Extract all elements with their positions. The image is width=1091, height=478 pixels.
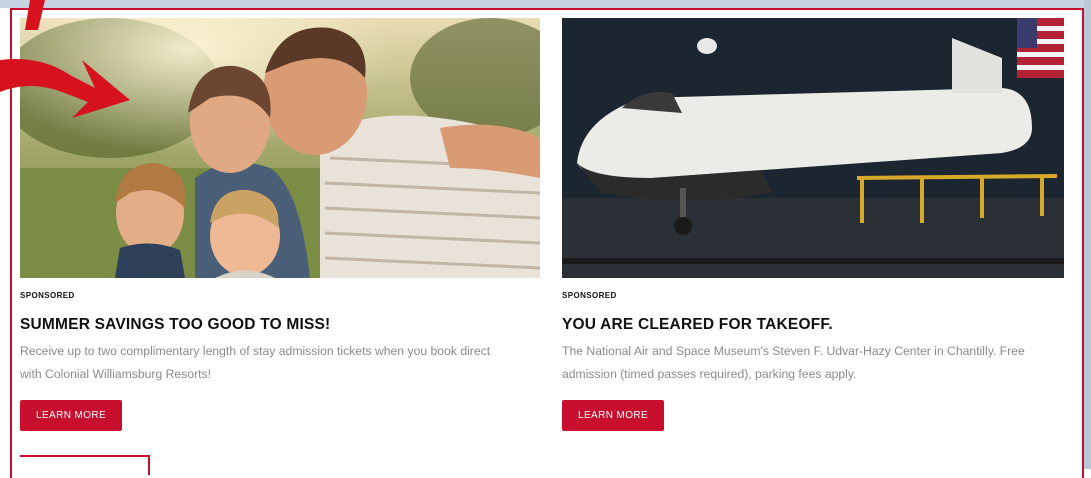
learn-more-button[interactable]: LEARN MORE [20, 400, 123, 431]
sponsored-label: SPONSORED [20, 291, 75, 300]
bottom-highlight-box [20, 455, 150, 475]
promo-card-summer-savings: SPONSORED SUMMER SAVINGS TOO GOOD TO MIS… [20, 18, 540, 431]
card-description: Receive up to two complimentary length o… [20, 344, 491, 381]
learn-more-button[interactable]: LEARN MORE [562, 400, 665, 431]
family-selfie-photo [20, 18, 540, 278]
space-shuttle-photo [562, 18, 1064, 278]
promo-card-air-space-museum: SPONSORED YOU ARE CLEARED FOR TAKEOFF. T… [562, 18, 1064, 431]
card-description: The National Air and Space Museum's Stev… [562, 344, 1025, 381]
right-edge-strip [1084, 0, 1091, 469]
card-headline: YOU ARE CLEARED FOR TAKEOFF. [562, 316, 833, 333]
sponsored-label: SPONSORED [562, 291, 617, 300]
card-headline: SUMMER SAVINGS TOO GOOD TO MISS! [20, 316, 331, 333]
top-edge-strip [0, 0, 1091, 8]
